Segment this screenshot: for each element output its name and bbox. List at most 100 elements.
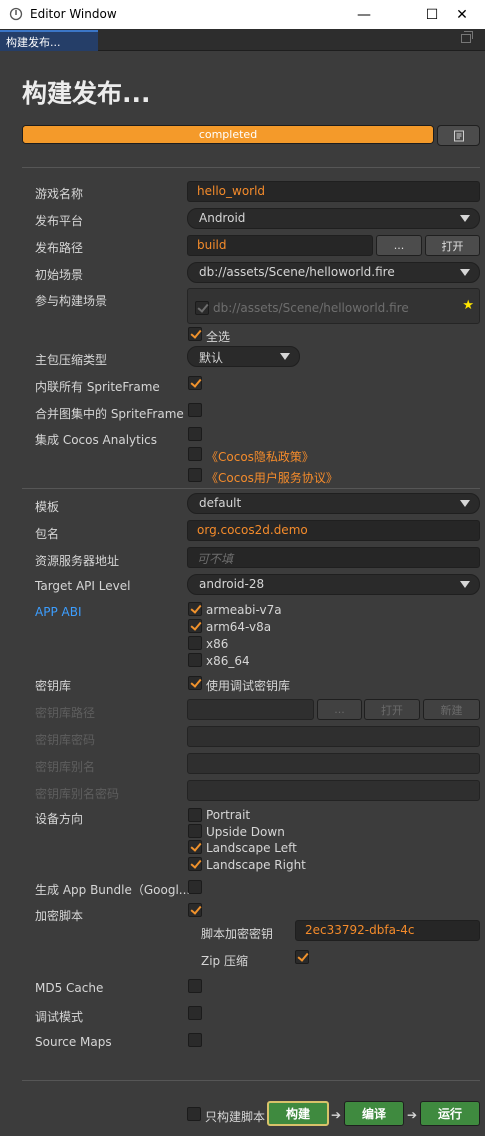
abi-x86-checkbox[interactable]: [188, 636, 202, 650]
page-title: 构建发布...: [22, 79, 151, 108]
build-script-only-label: 只构建脚本: [205, 1110, 266, 1124]
abi-armeabi-label: armeabi-v7a: [206, 603, 282, 617]
landscape-right-checkbox[interactable]: [188, 857, 202, 871]
abi-x86-64-checkbox[interactable]: [188, 653, 202, 667]
open-path-button[interactable]: 打开: [425, 235, 480, 256]
zip-checkbox[interactable]: [295, 950, 309, 964]
api-level-label: Target API Level: [35, 579, 131, 593]
use-debug-keystore-checkbox[interactable]: [188, 676, 202, 690]
build-path-input[interactable]: build: [187, 235, 373, 256]
game-name-label: 游戏名称: [35, 187, 84, 201]
encrypt-label: 加密脚本: [35, 909, 84, 923]
api-level-select[interactable]: android-28: [187, 574, 480, 595]
tab-build[interactable]: 构建发布...: [0, 30, 98, 51]
portrait-checkbox[interactable]: [188, 808, 202, 822]
landscape-left-checkbox[interactable]: [188, 840, 202, 854]
abi-arm64-checkbox[interactable]: [188, 619, 202, 633]
keystore-path-input: [187, 699, 314, 720]
app-bundle-checkbox[interactable]: [188, 880, 202, 894]
keystore-path-label: 密钥库路径: [35, 706, 96, 720]
close-button[interactable]: ✕: [439, 0, 485, 29]
orientation-label: 设备方向: [35, 812, 84, 826]
keystore-label: 密钥库: [35, 679, 72, 693]
build-button[interactable]: 构建: [267, 1101, 329, 1126]
encrypt-key-input[interactable]: 2ec33792-dbfa-4c: [295, 920, 480, 941]
abi-x86-64-label: x86_64: [206, 654, 250, 668]
source-maps-checkbox[interactable]: [188, 1033, 202, 1047]
build-script-only-checkbox[interactable]: [187, 1107, 201, 1121]
analytics-checkbox[interactable]: [188, 427, 202, 441]
platform-value: Android: [199, 211, 246, 225]
float-window-icon[interactable]: [461, 31, 473, 43]
compression-label: 主包压缩类型: [35, 353, 108, 367]
merge-spriteframe-label: 合并图集中的 SpriteFrame: [35, 407, 184, 421]
debug-mode-checkbox[interactable]: [188, 1006, 202, 1020]
portrait-label: Portrait: [206, 808, 251, 822]
scene-checkbox: [195, 301, 209, 315]
divider: [22, 488, 480, 489]
md5-cache-checkbox[interactable]: [188, 979, 202, 993]
agreement-checkbox[interactable]: [188, 468, 202, 482]
browse-path-button[interactable]: ...: [376, 235, 422, 256]
window-title: Editor Window: [30, 7, 117, 21]
inline-spriteframe-checkbox[interactable]: [188, 376, 202, 390]
privacy-checkbox[interactable]: [188, 447, 202, 461]
minimize-icon: —: [357, 6, 371, 23]
landscape-right-label: Landscape Right: [206, 858, 306, 872]
platform-select[interactable]: Android: [187, 208, 480, 229]
zip-label: Zip 压缩: [201, 954, 248, 968]
keystore-alias-password-input: [187, 780, 480, 801]
divider: [22, 167, 480, 168]
scene-list: db://assets/Scene/helloworld.fire ★: [187, 288, 480, 324]
scenes-label: 参与构建场景: [35, 294, 108, 308]
privacy-policy-link[interactable]: 《Cocos隐私政策》: [206, 448, 314, 465]
arrow-right-icon: ➔: [407, 1108, 418, 1122]
game-name-input[interactable]: hello_world: [187, 181, 480, 202]
keystore-password-input: [187, 726, 480, 747]
resource-server-input[interactable]: 可不填: [187, 547, 480, 568]
template-select[interactable]: default: [187, 493, 480, 514]
chevron-down-icon: [460, 215, 470, 222]
arrow-right-icon: ➔: [331, 1108, 342, 1122]
keystore-open-button: 打开: [364, 699, 420, 720]
compression-select[interactable]: 默认: [187, 346, 300, 367]
analytics-label: 集成 Cocos Analytics: [35, 433, 158, 447]
source-maps-label: Source Maps: [35, 1035, 112, 1049]
abi-armeabi-checkbox[interactable]: [188, 602, 202, 616]
package-name-label: 包名: [35, 527, 60, 541]
keystore-alias-label: 密钥库别名: [35, 760, 96, 774]
build-path-label: 发布路径: [35, 241, 84, 255]
keystore-new-button: 新建: [423, 699, 480, 720]
open-build-folder-button[interactable]: [437, 125, 480, 146]
run-button[interactable]: 运行: [420, 1101, 480, 1126]
upside-down-label: Upside Down: [206, 825, 285, 839]
template-value: default: [199, 496, 242, 510]
merge-spriteframe-checkbox[interactable]: [188, 403, 202, 417]
user-agreement-link[interactable]: 《Cocos用户服务协议》: [206, 469, 338, 486]
start-scene-select[interactable]: db://assets/Scene/helloworld.fire: [187, 262, 480, 283]
debug-mode-label: 调试模式: [35, 1010, 84, 1024]
chevron-down-icon: [460, 269, 470, 276]
upside-down-checkbox[interactable]: [188, 824, 202, 838]
select-all-checkbox[interactable]: [188, 327, 202, 341]
start-scene-label: 初始场景: [35, 268, 84, 282]
encrypt-checkbox[interactable]: [188, 903, 202, 917]
md5-cache-label: MD5 Cache: [35, 981, 104, 995]
close-icon: ✕: [456, 6, 468, 23]
app-bundle-label: 生成 App Bundle（Googl...: [35, 883, 191, 897]
progress-label: completed: [198, 128, 258, 141]
chevron-down-icon: [460, 581, 470, 588]
keystore-password-label: 密钥库密码: [35, 733, 96, 747]
compile-button[interactable]: 编译: [344, 1101, 404, 1126]
inline-spriteframe-label: 内联所有 SpriteFrame: [35, 380, 160, 394]
use-debug-keystore-label: 使用调试密钥库: [206, 679, 291, 693]
minimize-button[interactable]: —: [341, 0, 387, 29]
app-abi-label: APP ABI: [35, 605, 82, 619]
compression-value: 默认: [199, 351, 224, 365]
star-icon: ★: [462, 298, 474, 313]
package-name-input[interactable]: org.cocos2d.demo: [187, 520, 480, 541]
maximize-icon: ☐: [425, 6, 439, 23]
tab-bar: 构建发布...: [0, 29, 485, 51]
keystore-alias-input: [187, 753, 480, 774]
start-scene-value: db://assets/Scene/helloworld.fire: [199, 265, 395, 279]
